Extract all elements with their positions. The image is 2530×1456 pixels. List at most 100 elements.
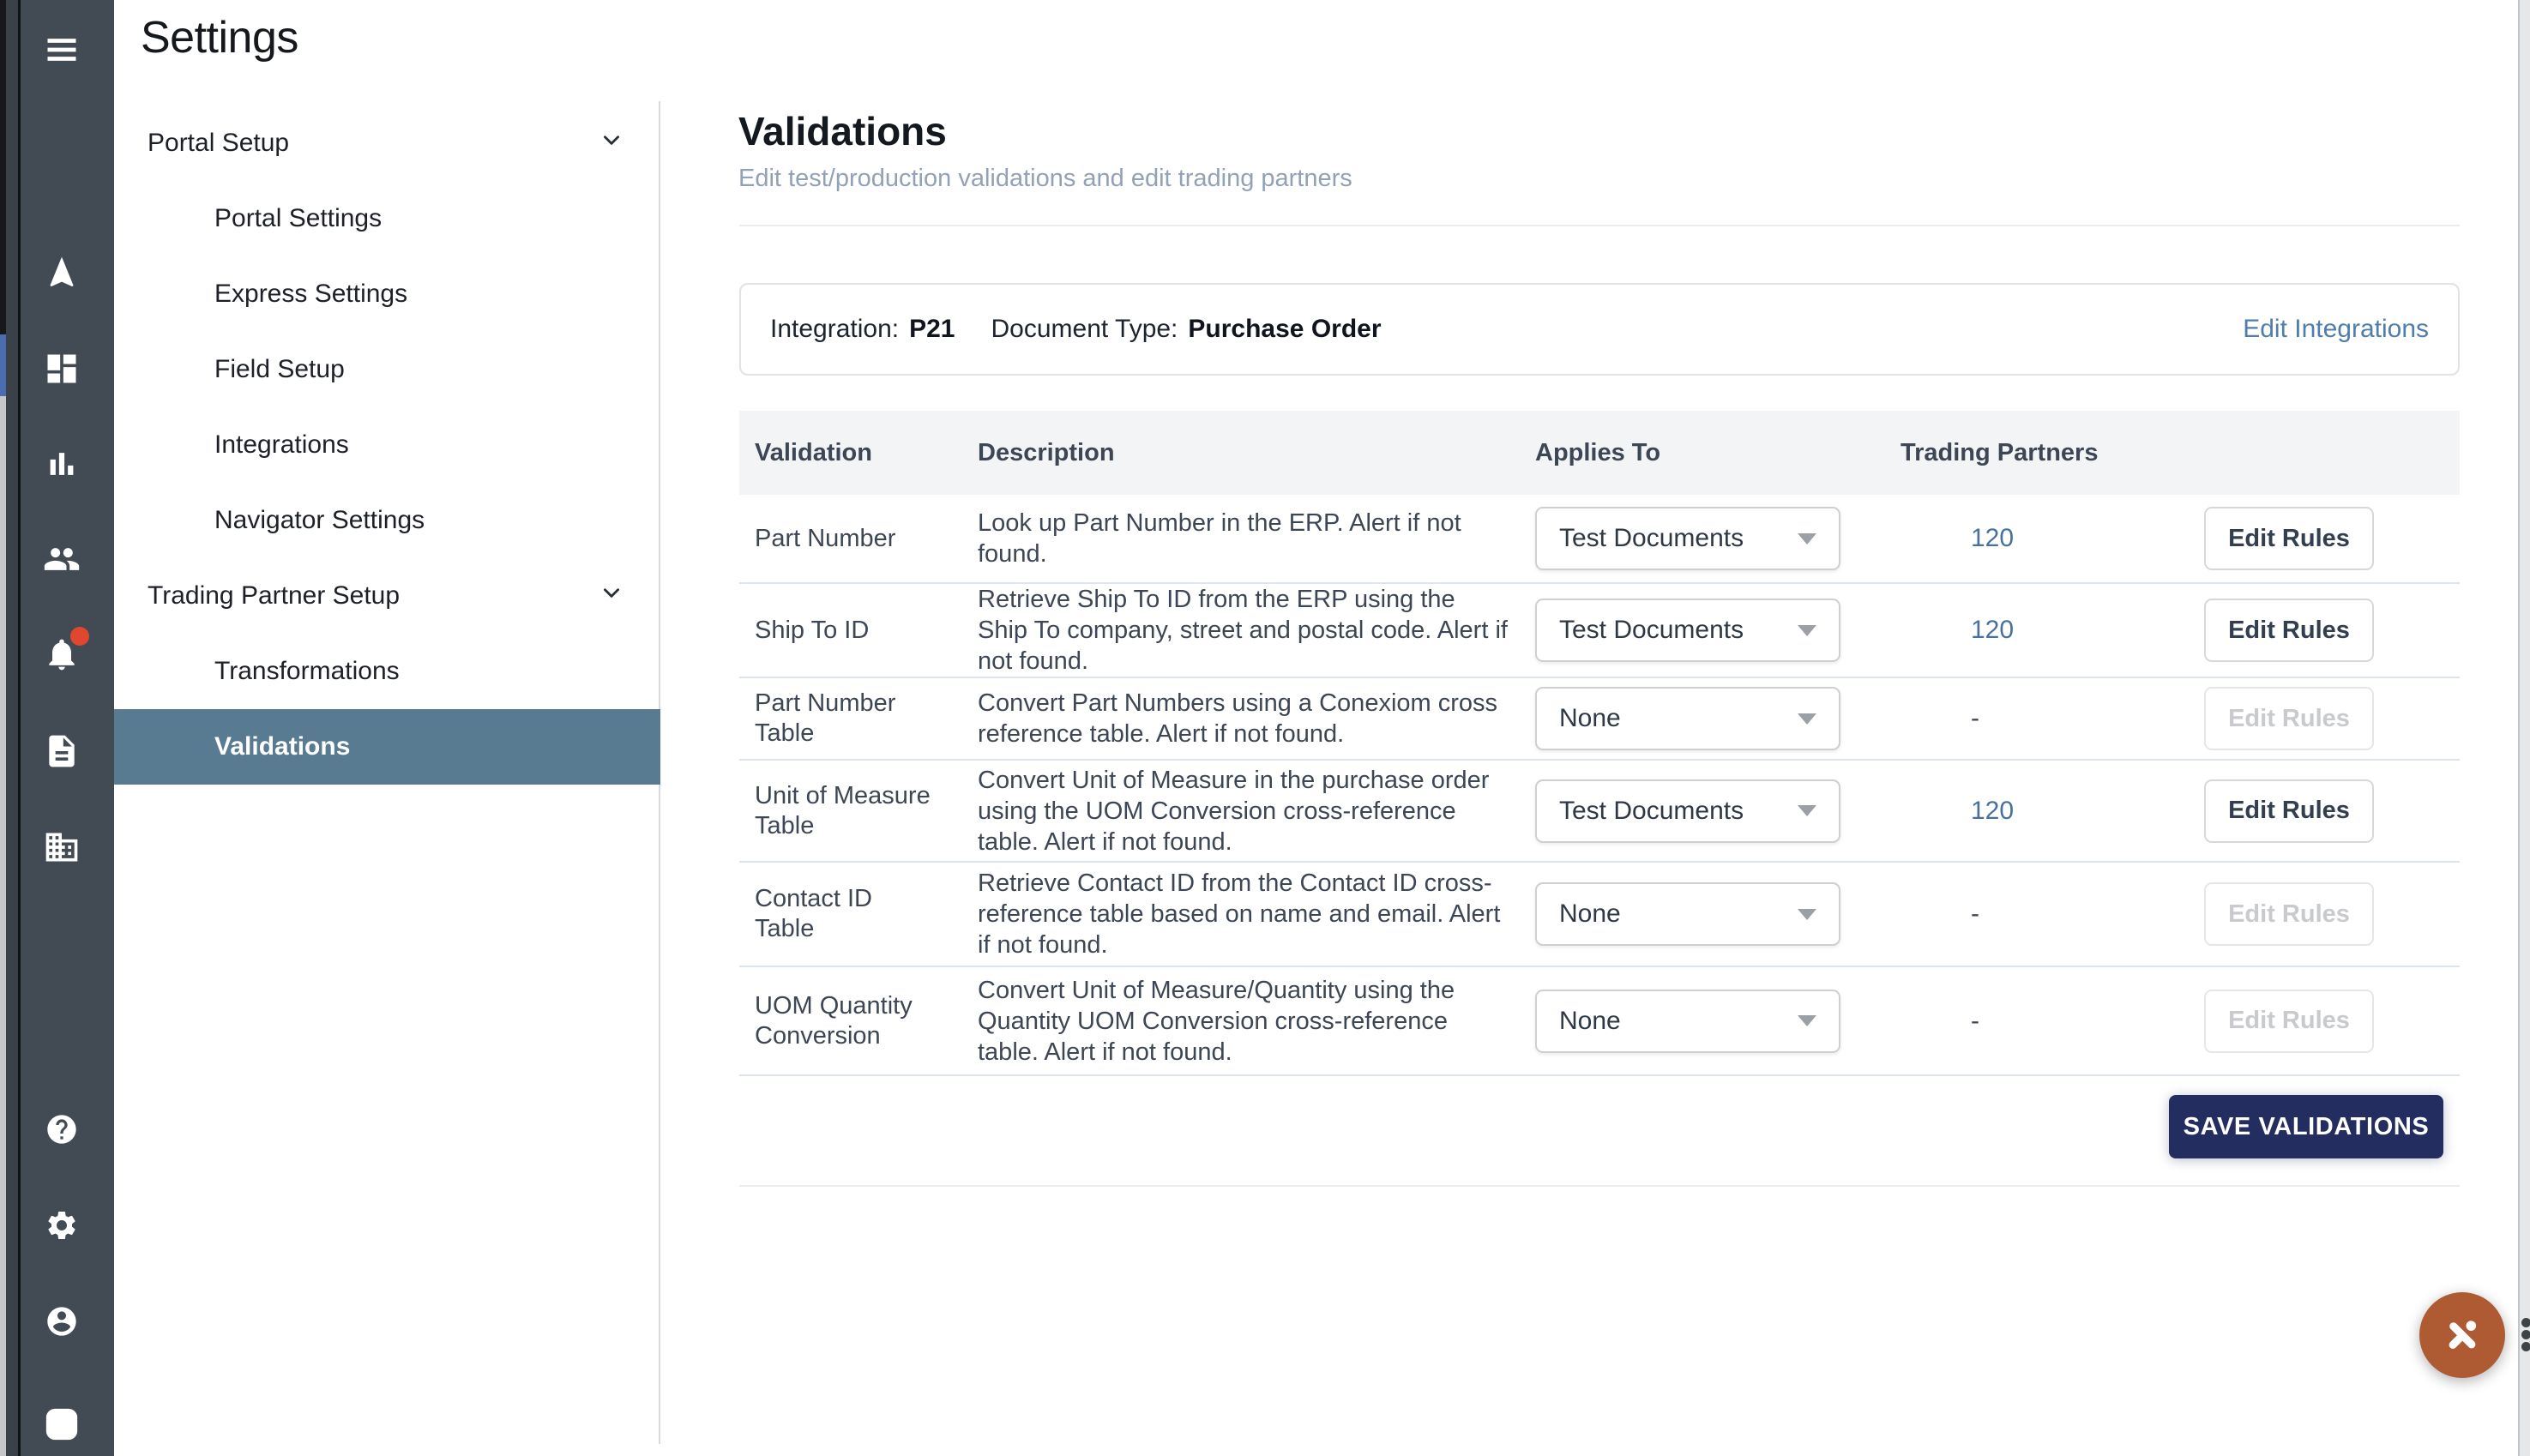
edge-dot xyxy=(2521,1342,2530,1351)
nav-section-portal-setup[interactable]: Portal Setup xyxy=(114,105,660,181)
trading-partners-count: 120 xyxy=(1887,616,2178,645)
applies-to-value: Test Documents xyxy=(1559,524,1744,553)
column-header-description: Description xyxy=(978,439,1535,467)
table-row: UOM Quantity Conversion Convert Unit of … xyxy=(739,967,2460,1076)
nav-item-navigator-settings[interactable]: Navigator Settings xyxy=(114,483,660,558)
page-title: Validations xyxy=(738,108,947,154)
nav-section-label: Trading Partner Setup xyxy=(148,581,400,611)
applies-to-dropdown[interactable]: None xyxy=(1535,990,1840,1053)
table-header-row: Validation Description Applies To Tradin… xyxy=(739,411,2460,495)
integration-label: Integration: xyxy=(770,315,899,344)
people-icon[interactable] xyxy=(21,539,103,579)
account-icon[interactable] xyxy=(21,1302,103,1341)
table-row: Unit of Measure Table Convert Unit of Me… xyxy=(739,761,2460,863)
conexiom-exit-icon[interactable] xyxy=(21,1405,103,1444)
applies-to-value: Test Documents xyxy=(1559,616,1744,645)
notifications-bell-icon[interactable] xyxy=(21,635,103,674)
edit-rules-button[interactable]: Edit Rules xyxy=(2204,779,2374,843)
trading-partners-count: 120 xyxy=(1887,524,2178,553)
edit-rules-button[interactable]: Edit Rules xyxy=(2204,599,2374,662)
applies-to-value: None xyxy=(1559,1007,1621,1036)
document-icon[interactable] xyxy=(21,731,103,771)
desktop-right-strip xyxy=(2520,0,2530,1456)
applies-to-dropdown[interactable]: Test Documents xyxy=(1535,779,1840,843)
trading-partners-count: 120 xyxy=(1887,797,2178,826)
trading-partners-count: - xyxy=(1887,899,2178,929)
help-icon[interactable] xyxy=(21,1110,103,1149)
nav-item-portal-settings[interactable]: Portal Settings xyxy=(114,181,660,256)
validation-description: Look up Part Number in the ERP. Alert if… xyxy=(978,508,1535,569)
column-header-validation: Validation xyxy=(739,439,978,467)
settings-gear-icon[interactable] xyxy=(21,1206,103,1245)
menu-icon[interactable] xyxy=(21,30,103,69)
table-row: Part Number Look up Part Number in the E… xyxy=(739,495,2460,584)
page-subtitle: Edit test/production validations and edi… xyxy=(738,165,1352,193)
chevron-down-icon xyxy=(600,581,623,611)
validation-description: Convert Unit of Measure in the purchase … xyxy=(978,765,1535,857)
applies-to-dropdown[interactable]: None xyxy=(1535,882,1840,946)
nav-item-express-settings[interactable]: Express Settings xyxy=(114,256,660,332)
edit-integrations-link[interactable]: Edit Integrations xyxy=(2243,315,2429,344)
desktop-edge-dark xyxy=(0,0,6,334)
applies-to-dropdown[interactable]: None xyxy=(1535,687,1840,750)
document-type-value: Purchase Order xyxy=(1188,315,1381,344)
nav-item-validations-selected[interactable]: Validations xyxy=(114,709,660,785)
divider-bottom xyxy=(739,1185,2460,1187)
validation-name: Part Number Table xyxy=(739,689,978,749)
applies-to-value: None xyxy=(1559,899,1621,929)
dropdown-caret-icon xyxy=(1798,713,1816,725)
edit-rules-button[interactable]: Edit Rules xyxy=(2204,687,2374,750)
desktop-edge-strip xyxy=(0,0,6,1456)
table-row: Part Number Table Convert Part Numbers u… xyxy=(739,678,2460,761)
applies-to-value: Test Documents xyxy=(1559,797,1744,826)
trading-partners-count: - xyxy=(1887,704,2178,733)
chevron-down-icon xyxy=(600,129,623,158)
nav-item-integrations[interactable]: Integrations xyxy=(114,407,660,483)
applies-to-dropdown[interactable]: Test Documents xyxy=(1535,507,1840,570)
edit-rules-button[interactable]: Edit Rules xyxy=(2204,990,2374,1053)
sidebar-outer-band xyxy=(6,0,18,1456)
edge-dot xyxy=(2521,1318,2530,1327)
conexiom-logo-icon xyxy=(2437,1310,2487,1360)
trading-partners-count: - xyxy=(1887,1007,2178,1036)
save-validations-button[interactable]: SAVE VALIDATIONS xyxy=(2169,1095,2443,1158)
validation-description: Convert Part Numbers using a Conexiom cr… xyxy=(978,688,1535,749)
validation-name: Part Number xyxy=(739,524,978,554)
dropdown-caret-icon xyxy=(1798,909,1816,920)
table-row: Ship To ID Retrieve Ship To ID from the … xyxy=(739,584,2460,678)
validation-description: Retrieve Contact ID from the Contact ID … xyxy=(978,868,1535,960)
divider-top xyxy=(739,225,2460,226)
nav-section-label: Portal Setup xyxy=(148,129,289,158)
validation-name: UOM Quantity Conversion xyxy=(739,991,978,1051)
validation-description: Retrieve Ship To ID from the ERP using t… xyxy=(978,584,1535,677)
bar-chart-icon[interactable] xyxy=(21,444,103,484)
column-header-trading-partners: Trading Partners xyxy=(1887,439,2178,467)
dashboard-icon[interactable] xyxy=(21,349,103,388)
company-building-icon[interactable] xyxy=(21,827,103,867)
navigation-arrow-icon[interactable] xyxy=(21,253,103,292)
nav-section-trading-partner-setup[interactable]: Trading Partner Setup xyxy=(114,558,660,634)
notification-dot xyxy=(70,627,89,646)
integration-summary-bar: Integration: P21 Document Type: Purchase… xyxy=(739,283,2460,376)
validation-name: Ship To ID xyxy=(739,616,978,646)
edge-dot xyxy=(2521,1330,2530,1339)
conexiom-fab-button[interactable] xyxy=(2419,1292,2505,1378)
document-type-label: Document Type: xyxy=(991,315,1178,344)
settings-nav-list: Portal Setup Portal Settings Express Set… xyxy=(114,105,660,785)
dropdown-caret-icon xyxy=(1798,1015,1816,1026)
nav-item-transformations[interactable]: Transformations xyxy=(114,634,660,709)
applies-to-value: None xyxy=(1559,704,1621,733)
validation-rows: Part Number Look up Part Number in the E… xyxy=(739,495,2460,1076)
validation-name: Unit of Measure Table xyxy=(739,781,978,841)
validations-table: Validation Description Applies To Tradin… xyxy=(739,411,2460,1076)
nav-item-field-setup[interactable]: Field Setup xyxy=(114,332,660,407)
dropdown-caret-icon xyxy=(1798,805,1816,816)
table-row: Contact ID Table Retrieve Contact ID fro… xyxy=(739,863,2460,967)
edit-rules-button[interactable]: Edit Rules xyxy=(2204,882,2374,946)
desktop-edge-blue xyxy=(0,334,6,396)
dropdown-caret-icon xyxy=(1798,625,1816,636)
dropdown-caret-icon xyxy=(1798,533,1816,544)
edit-rules-button[interactable]: Edit Rules xyxy=(2204,507,2374,570)
page-header-title: Settings xyxy=(141,12,298,63)
applies-to-dropdown[interactable]: Test Documents xyxy=(1535,599,1840,662)
